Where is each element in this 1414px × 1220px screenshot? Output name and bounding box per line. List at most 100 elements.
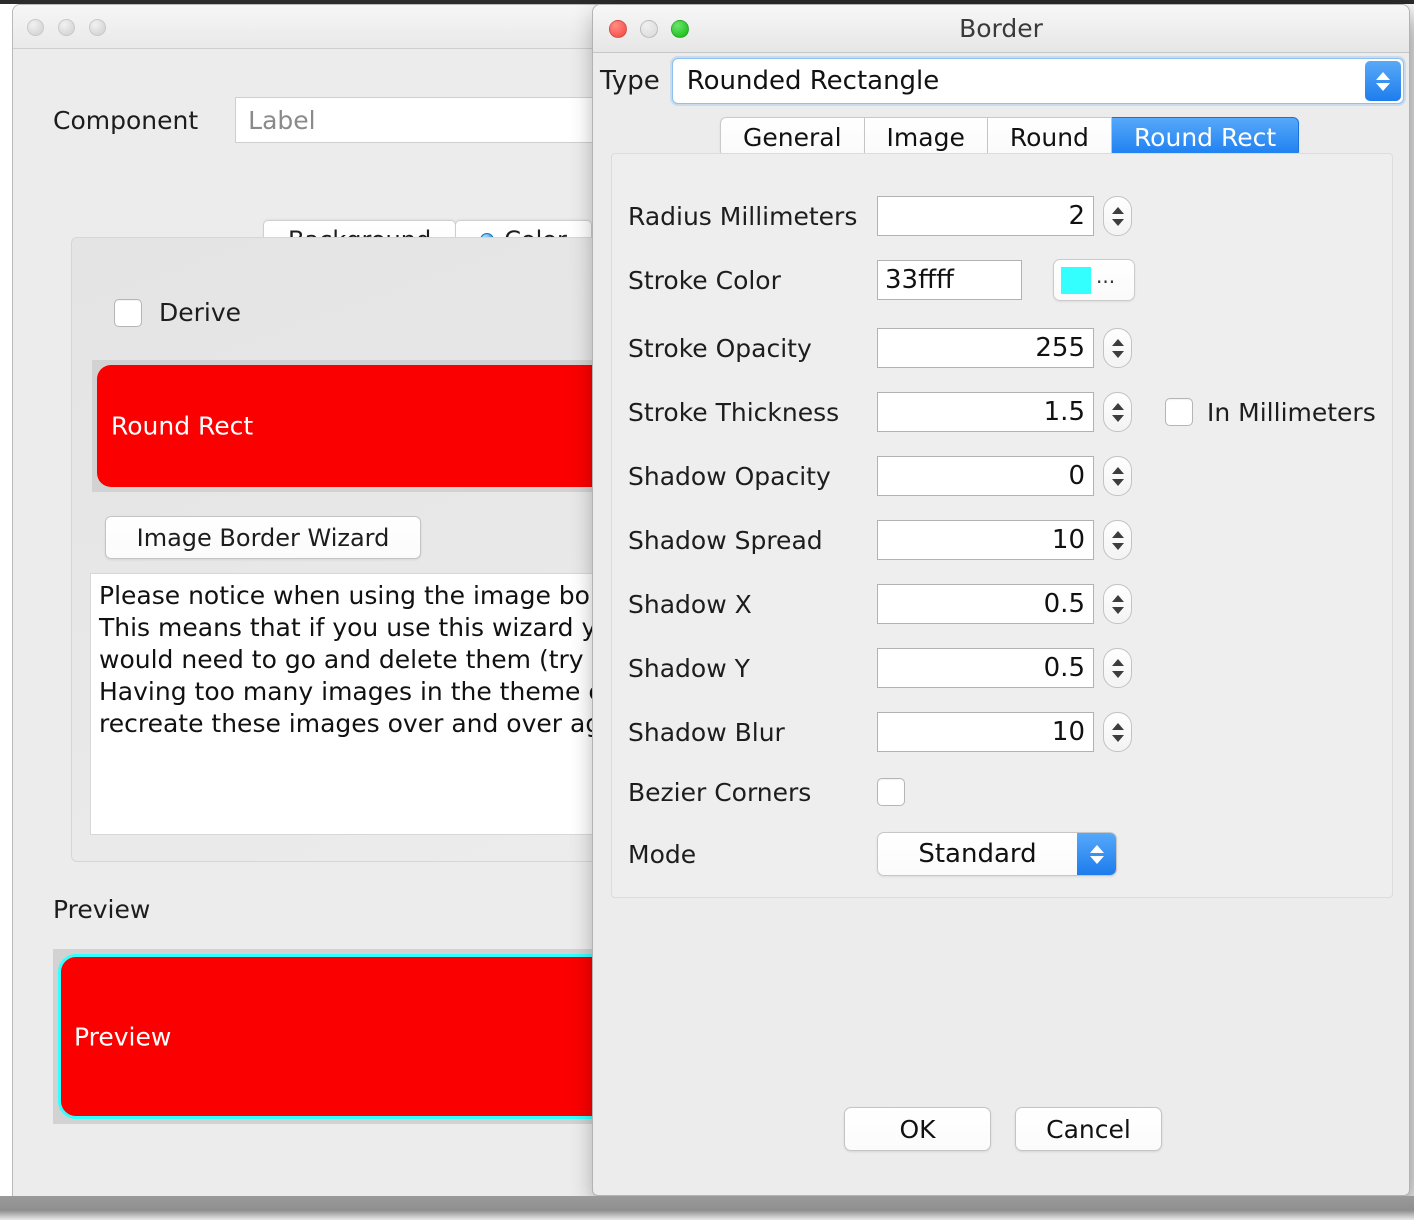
color-swatch-icon <box>1061 267 1091 294</box>
field-mode: Mode Standard <box>612 832 1392 876</box>
field-stroke-thickness: Stroke Thickness 1.5 In Millimeters <box>612 390 1392 434</box>
shadow-x-label: Shadow X <box>628 590 752 619</box>
stroke-color-label: Stroke Color <box>628 266 781 295</box>
type-select[interactable]: Rounded Rectangle <box>672 58 1404 104</box>
ok-button[interactable]: OK <box>844 1107 991 1151</box>
tab-image[interactable]: Image <box>865 117 988 157</box>
shadow-opacity-stepper[interactable] <box>1103 456 1132 496</box>
chevron-down-icon <box>1112 607 1124 614</box>
component-input-placeholder: Label <box>248 106 315 135</box>
type-select-stepper-icon[interactable] <box>1365 61 1401 101</box>
ok-button-label: OK <box>899 1115 935 1144</box>
field-shadow-y: Shadow Y 0.5 <box>612 646 1392 690</box>
tab-round-rect[interactable]: Round Rect <box>1112 117 1299 157</box>
chevron-down-icon <box>1376 83 1390 91</box>
bezier-corners-checkbox[interactable] <box>877 778 905 806</box>
minimize-button-icon[interactable] <box>640 20 658 38</box>
window-controls-inactive[interactable] <box>27 19 106 36</box>
cancel-button-label: Cancel <box>1046 1115 1131 1144</box>
stroke-color-input[interactable]: 33ffff <box>877 260 1022 300</box>
shadow-blur-stepper[interactable] <box>1103 712 1132 752</box>
type-row: Type Rounded Rectangle <box>600 57 1404 105</box>
border-dialog: Border Type Rounded Rectangle General Im… <box>592 4 1410 1196</box>
shadow-spread-stepper[interactable] <box>1103 520 1132 560</box>
stroke-opacity-input[interactable]: 255 <box>877 328 1094 368</box>
minimize-button-icon[interactable] <box>58 19 75 36</box>
field-bezier-corners: Bezier Corners <box>612 770 1392 814</box>
tab-round-label: Round <box>1010 123 1089 152</box>
type-select-value: Rounded Rectangle <box>687 66 940 96</box>
bezier-corners-label: Bezier Corners <box>628 778 811 807</box>
preview-title: Preview <box>53 895 150 924</box>
chevron-up-icon <box>1112 403 1124 410</box>
derive-row[interactable]: Derive <box>114 298 241 327</box>
shadow-opacity-label: Shadow Opacity <box>628 462 831 491</box>
shadow-y-input[interactable]: 0.5 <box>877 648 1094 688</box>
chevron-down-icon <box>1112 219 1124 226</box>
chevron-down-icon <box>1112 671 1124 678</box>
stroke-opacity-value: 255 <box>1035 333 1085 363</box>
in-millimeters-label: In Millimeters <box>1207 398 1376 427</box>
radius-millimeters-label: Radius Millimeters <box>628 202 857 231</box>
shadow-x-value: 0.5 <box>1044 589 1085 619</box>
shadow-blur-input[interactable]: 10 <box>877 712 1094 752</box>
field-shadow-blur: Shadow Blur 10 <box>612 710 1392 754</box>
shadow-opacity-input[interactable]: 0 <box>877 456 1094 496</box>
round-rect-sample-caption: Round Rect <box>111 412 253 441</box>
radius-millimeters-input[interactable]: 2 <box>877 196 1094 236</box>
type-label: Type <box>600 66 660 96</box>
border-dialog-titlebar: Border <box>593 5 1409 53</box>
field-stroke-color: Stroke Color 33ffff ... <box>612 258 1392 302</box>
field-stroke-opacity: Stroke Opacity 255 <box>612 326 1392 370</box>
border-tabstrip: General Image Round Round Rect <box>720 117 1299 157</box>
maximize-button-icon[interactable] <box>89 19 106 36</box>
derive-checkbox[interactable] <box>114 299 142 327</box>
desktop-bottom-shadow <box>0 1196 1414 1220</box>
stroke-color-more-label: ... <box>1096 271 1115 289</box>
shadow-spread-label: Shadow Spread <box>628 526 823 555</box>
tab-general[interactable]: General <box>720 117 865 157</box>
stroke-color-value: 33ffff <box>885 265 954 295</box>
stroke-thickness-input[interactable]: 1.5 <box>877 392 1094 432</box>
shadow-blur-value: 10 <box>1052 717 1085 747</box>
radius-millimeters-stepper[interactable] <box>1103 196 1132 236</box>
stroke-opacity-stepper[interactable] <box>1103 328 1132 368</box>
maximize-button-icon[interactable] <box>671 20 689 38</box>
chevron-up-icon <box>1376 72 1390 80</box>
image-border-wizard-label: Image Border Wizard <box>137 524 390 552</box>
tab-round[interactable]: Round <box>988 117 1112 157</box>
shadow-spread-input[interactable]: 10 <box>877 520 1094 560</box>
cancel-button[interactable]: Cancel <box>1015 1107 1162 1151</box>
stroke-color-picker-button[interactable]: ... <box>1053 259 1135 301</box>
shadow-spread-value: 10 <box>1052 525 1085 555</box>
field-shadow-x: Shadow X 0.5 <box>612 582 1392 626</box>
image-border-wizard-button[interactable]: Image Border Wizard <box>105 516 421 559</box>
chevron-up-icon <box>1112 207 1124 214</box>
chevron-down-icon <box>1090 856 1104 864</box>
chevron-up-icon <box>1112 659 1124 666</box>
window-controls[interactable] <box>609 20 689 38</box>
screen: Component Label Background Color Derive <box>0 0 1414 1220</box>
chevron-up-icon <box>1112 467 1124 474</box>
in-millimeters-row[interactable]: In Millimeters <box>1165 398 1376 427</box>
chevron-up-icon <box>1112 339 1124 346</box>
radius-millimeters-value: 2 <box>1068 201 1085 231</box>
tab-general-label: General <box>743 123 842 152</box>
shadow-x-stepper[interactable] <box>1103 584 1132 624</box>
in-millimeters-checkbox[interactable] <box>1165 398 1193 426</box>
mode-label: Mode <box>628 840 696 869</box>
shadow-x-input[interactable]: 0.5 <box>877 584 1094 624</box>
component-label: Component <box>53 106 198 135</box>
chevron-up-icon <box>1112 723 1124 730</box>
chevron-up-icon <box>1112 595 1124 602</box>
close-button-icon[interactable] <box>609 20 627 38</box>
close-button-icon[interactable] <box>27 19 44 36</box>
mode-select[interactable]: Standard <box>877 832 1117 876</box>
field-shadow-opacity: Shadow Opacity 0 <box>612 454 1392 498</box>
border-dialog-title: Border <box>959 14 1043 43</box>
mode-select-stepper-icon[interactable] <box>1077 833 1116 875</box>
chevron-down-icon <box>1112 543 1124 550</box>
stroke-thickness-stepper[interactable] <box>1103 392 1132 432</box>
shadow-y-stepper[interactable] <box>1103 648 1132 688</box>
chevron-down-icon <box>1112 735 1124 742</box>
